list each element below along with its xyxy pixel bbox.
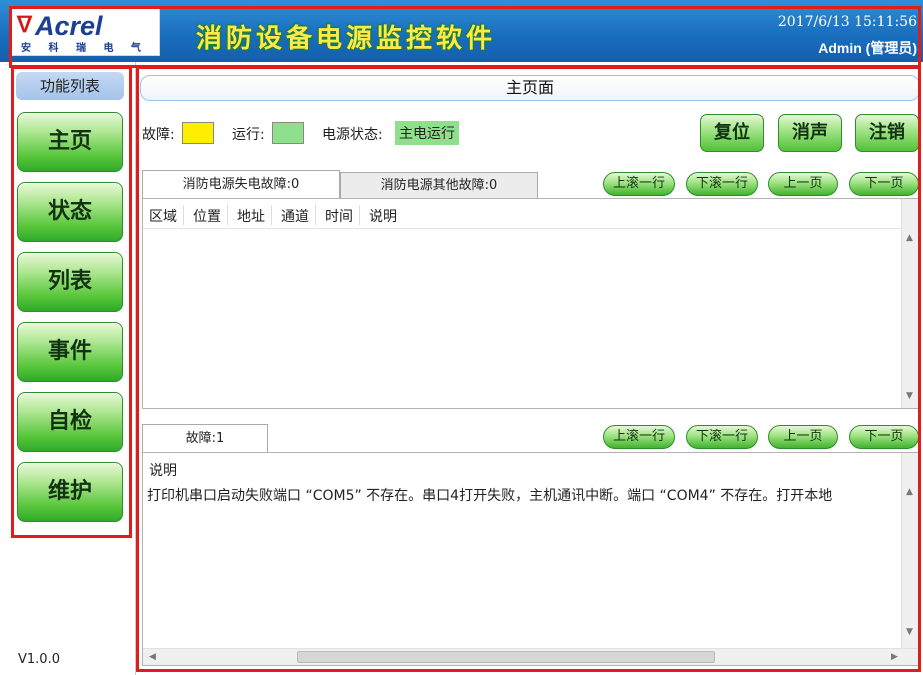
highlight-frame-sidebar — [11, 66, 132, 538]
version-label: V1.0.0 — [18, 652, 60, 667]
highlight-frame-header — [9, 6, 921, 68]
highlight-frame-main — [136, 66, 921, 672]
